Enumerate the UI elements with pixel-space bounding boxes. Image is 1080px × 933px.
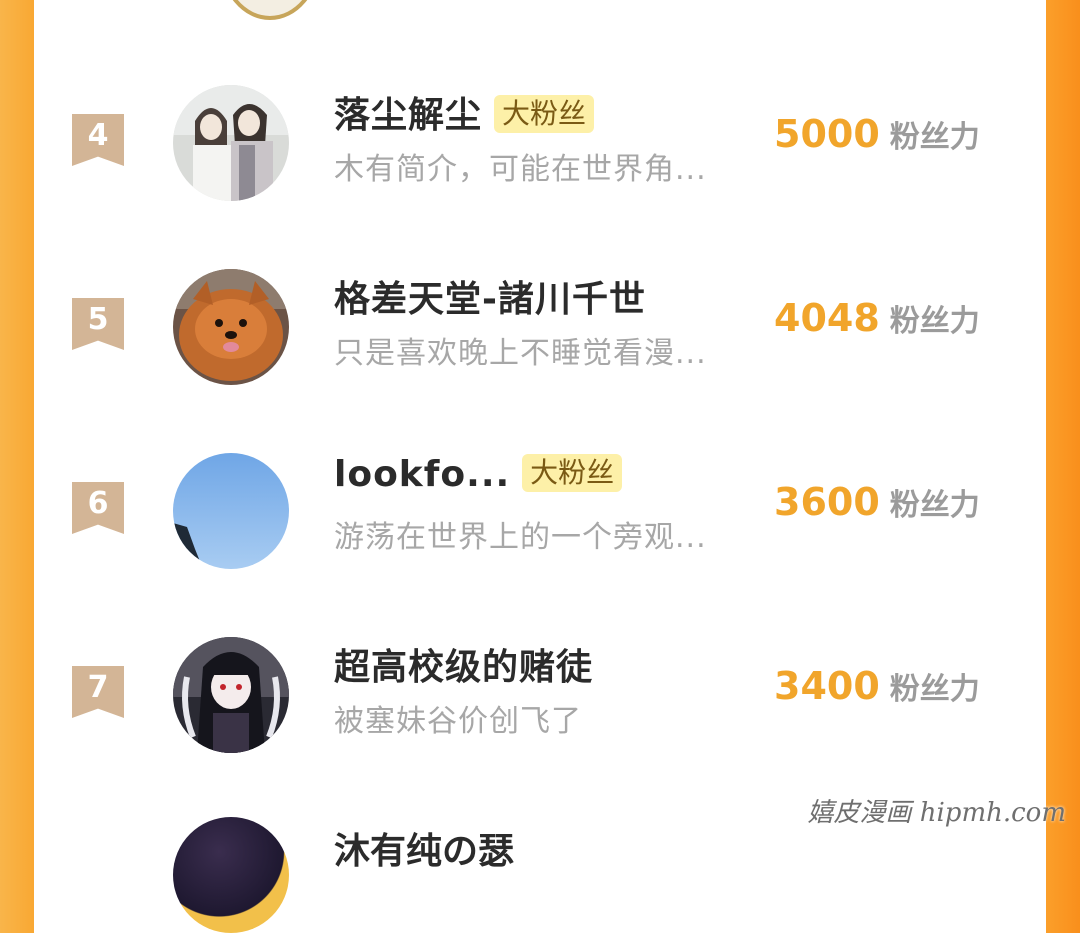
avatar[interactable] bbox=[173, 453, 289, 569]
user-name-text: 格差天堂-諸川千世 bbox=[334, 279, 646, 320]
user-name[interactable]: 落尘解尘 大粉丝 bbox=[334, 86, 595, 138]
user-name-text: 落尘解尘 bbox=[334, 95, 483, 136]
fan-score-value: 5000 bbox=[774, 112, 880, 156]
fan-score: 3600 粉丝力 bbox=[774, 480, 980, 524]
user-bio: 游荡在世界上的一个旁观... bbox=[334, 520, 707, 555]
rank-ribbon: 5 bbox=[72, 298, 124, 350]
leaderboard-row[interactable]: 6 lookfo... 大粉丝 游荡在世界上的一个旁观... 3600 粉丝力 bbox=[34, 446, 1046, 630]
fan-badge: 大粉丝 bbox=[494, 95, 595, 133]
user-name-text: 超高校级的赌徒 bbox=[334, 647, 594, 688]
leaderboard-row[interactable]: 4 落尘解尘 大粉丝 木有简介，可能在世界角... 5000 粉丝力 bbox=[34, 78, 1046, 262]
rank-ribbon: 4 bbox=[72, 114, 124, 166]
leaderboard-row[interactable]: 7 超高校级的赌徒 被塞妹谷价创飞了 3400 粉丝力 bbox=[34, 630, 1046, 814]
leaderboard-panel: 4 落尘解尘 大粉丝 木有简介，可能在世界角... 5000 粉丝力 5 格差天… bbox=[34, 0, 1046, 843]
site-watermark: 嬉皮漫画 hipmh.com bbox=[807, 798, 1066, 828]
leaderboard-row[interactable]: 5 格差天堂-諸川千世 只是喜欢晚上不睡觉看漫... 4048 粉丝力 bbox=[34, 262, 1046, 446]
fan-score: 4048 粉丝力 bbox=[774, 296, 980, 340]
user-name-text: lookfo... bbox=[334, 454, 511, 495]
fan-badge: 大粉丝 bbox=[522, 454, 623, 492]
fan-score-unit: 粉丝力 bbox=[889, 672, 980, 707]
avatar-rank-8[interactable] bbox=[173, 817, 289, 933]
fan-score-unit: 粉丝力 bbox=[889, 304, 980, 339]
avatar[interactable] bbox=[173, 85, 289, 201]
fan-score-unit: 粉丝力 bbox=[889, 120, 980, 155]
fan-score-value: 3600 bbox=[774, 480, 880, 524]
user-name[interactable]: 超高校级的赌徒 bbox=[334, 638, 593, 690]
fan-score: 3400 粉丝力 bbox=[774, 664, 980, 708]
user-name[interactable]: lookfo... 大粉丝 bbox=[334, 454, 623, 495]
rank-ribbon: 7 bbox=[72, 666, 124, 718]
user-bio: 只是喜欢晚上不睡觉看漫... bbox=[334, 336, 707, 371]
avatar[interactable] bbox=[173, 637, 289, 753]
fan-score-unit: 粉丝力 bbox=[889, 488, 980, 523]
fan-score: 5000 粉丝力 bbox=[774, 112, 980, 156]
fan-score-value: 4048 bbox=[774, 296, 880, 340]
user-bio: 木有简介，可能在世界角... bbox=[334, 152, 707, 187]
rank-ribbon: 6 bbox=[72, 482, 124, 534]
user-bio: 被塞妹谷价创飞了 bbox=[334, 704, 582, 739]
avatar[interactable] bbox=[173, 269, 289, 385]
fan-score-value: 3400 bbox=[774, 664, 880, 708]
avatar-rank-3[interactable] bbox=[220, 0, 320, 20]
user-name-rank-8[interactable]: 沐有纯の瑟 bbox=[334, 822, 514, 874]
user-name[interactable]: 格差天堂-諸川千世 bbox=[334, 270, 646, 322]
